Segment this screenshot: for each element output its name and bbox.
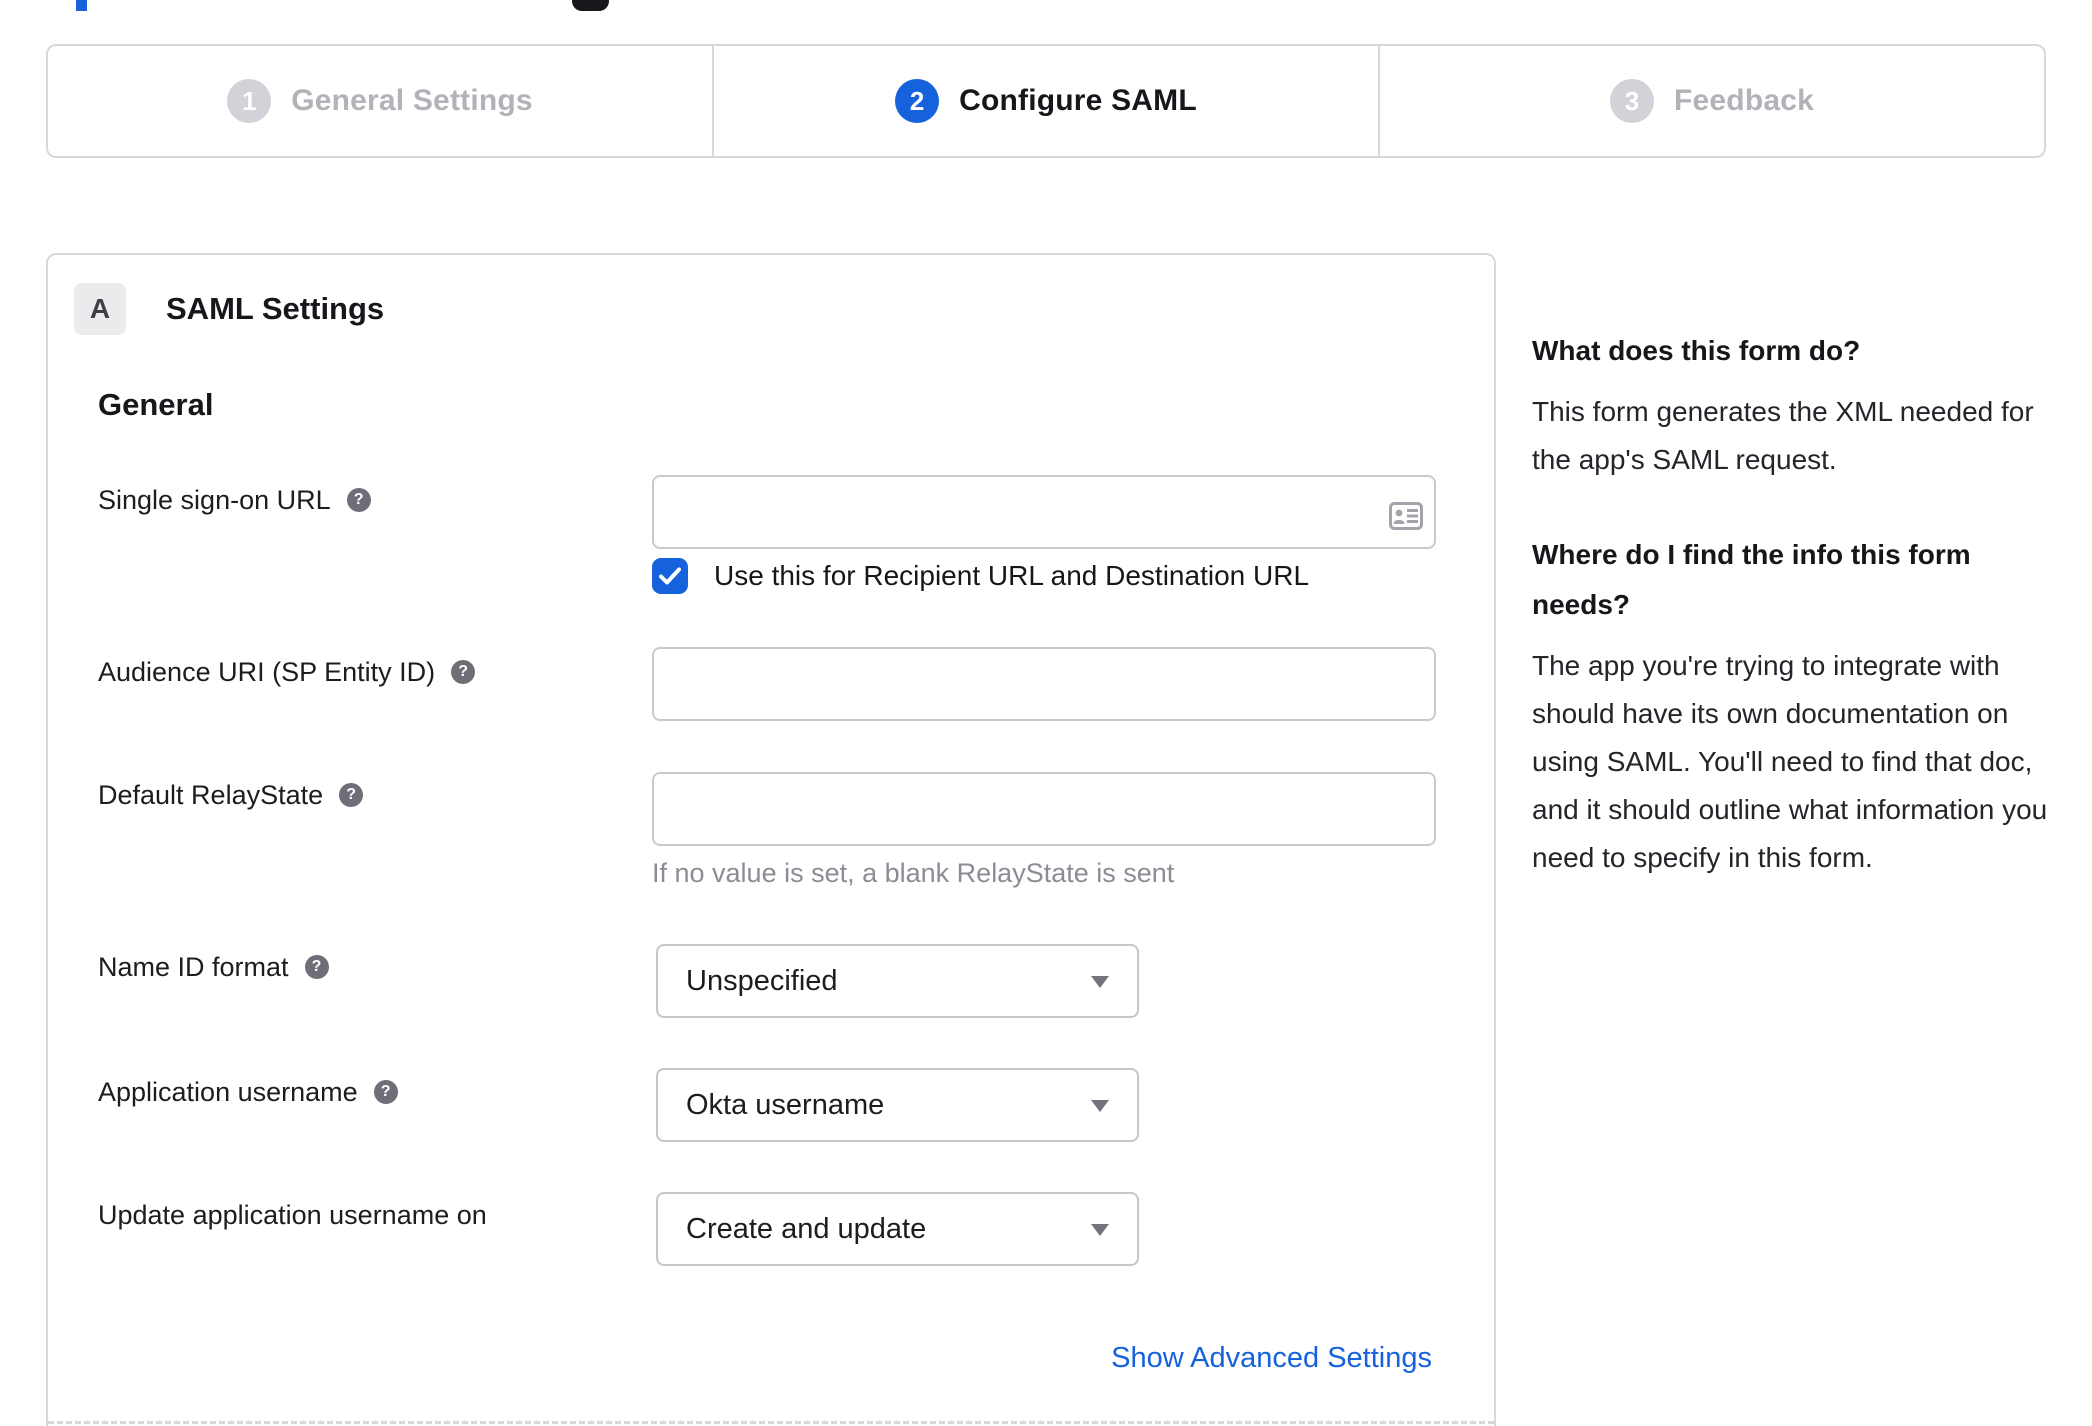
update-application-username-select[interactable]: Create and update [656, 1192, 1139, 1266]
checkbox-label: Use this for Recipient URL and Destinati… [714, 560, 1310, 591]
cropped-title-fragment [76, 0, 87, 11]
help-icon[interactable]: ? [451, 660, 476, 684]
field-label-text: Single sign-on URL [98, 484, 331, 515]
wizard-stepper: 1 General Settings 2 Configure SAML 3 Fe… [46, 44, 2046, 158]
section-divider [48, 1421, 1494, 1424]
field-label-text: Update application username on [98, 1199, 487, 1230]
select-value: Okta username [686, 1088, 885, 1121]
section-a-badge: A [74, 283, 126, 335]
help-body-what: This form generates the XML needed for t… [1532, 396, 2034, 475]
step-2-number-badge: 2 [895, 79, 940, 123]
audience-uri-label: Audience URI (SP Entity ID) ? [98, 654, 476, 690]
use-for-recipient-destination-checkbox[interactable] [652, 558, 688, 594]
cropped-header-icon-fragment [572, 0, 609, 11]
single-sign-on-url-label: Single sign-on URL ? [98, 482, 371, 518]
single-sign-on-url-input[interactable] [652, 475, 1436, 549]
field-label-text: Audience URI (SP Entity ID) [98, 656, 436, 687]
field-label-text: Application username [98, 1076, 358, 1107]
step-1-label: General Settings [291, 84, 533, 117]
name-id-format-label: Name ID format ? [98, 949, 329, 985]
application-username-select[interactable]: Okta username [656, 1068, 1139, 1142]
default-relaystate-input[interactable] [652, 772, 1436, 846]
help-icon[interactable]: ? [373, 1080, 398, 1104]
step-3-label: Feedback [1674, 84, 1814, 117]
help-title-what: What does this form do? [1532, 335, 1861, 366]
help-icon[interactable]: ? [346, 488, 371, 512]
help-title-where: Where do I find the info this form needs… [1532, 539, 1971, 620]
checkmark-icon [659, 567, 681, 585]
field-label-text: Default RelayState [98, 779, 324, 810]
update-application-username-label: Update application username on [98, 1197, 487, 1233]
select-value: Create and update [686, 1212, 927, 1245]
step-feedback[interactable]: 3 Feedback [1380, 46, 2044, 156]
step-3-number-badge: 3 [1610, 79, 1654, 123]
default-relaystate-label: Default RelayState ? [98, 777, 364, 813]
step-2-label: Configure SAML [959, 84, 1197, 117]
help-body-where: The app you're trying to integrate with … [1532, 650, 2048, 873]
step-general-settings[interactable]: 1 General Settings [48, 46, 714, 156]
application-username-label: Application username ? [98, 1074, 398, 1110]
help-icon[interactable]: ? [339, 783, 364, 807]
field-label-text: Name ID format [98, 951, 289, 982]
saml-settings-panel: A SAML Settings General Single sign-on U… [46, 253, 1496, 1426]
step-1-number-badge: 1 [227, 79, 272, 123]
configure-saml-screen: 1 General Settings 2 Configure SAML 3 Fe… [0, 0, 2092, 1426]
relaystate-hint: If no value is set, a blank RelayState i… [652, 858, 1175, 888]
audience-uri-input[interactable] [652, 647, 1436, 721]
show-advanced-settings-link[interactable]: Show Advanced Settings [1111, 1342, 1432, 1375]
panel-title: SAML Settings [166, 291, 385, 326]
step-configure-saml[interactable]: 2 Configure SAML [714, 46, 1380, 156]
help-sidebar: What does this form do? This form genera… [1532, 326, 2052, 928]
help-icon[interactable]: ? [304, 955, 329, 979]
name-id-format-select[interactable]: Unspecified [656, 944, 1139, 1018]
select-value: Unspecified [686, 964, 838, 997]
general-group-title: General [98, 387, 214, 422]
